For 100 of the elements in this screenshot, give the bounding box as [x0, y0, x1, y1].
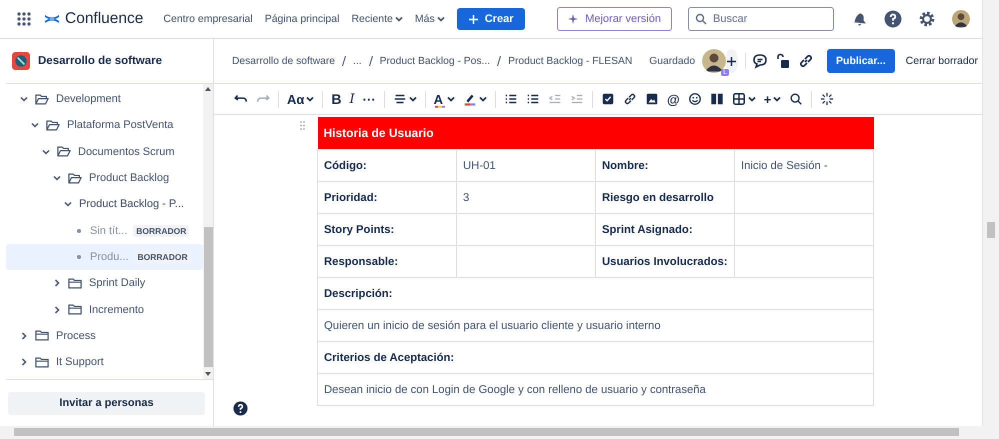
user-avatar[interactable]: [952, 10, 970, 28]
nav-link[interactable]: Página principal: [264, 13, 340, 25]
create-button[interactable]: Crear: [456, 8, 526, 30]
chevron-down-icon[interactable]: [42, 148, 50, 156]
checkbox-icon: [601, 92, 616, 106]
nav-link[interactable]: Centro empresarial: [163, 13, 253, 25]
outdent-icon: [548, 92, 562, 106]
toolbar-button[interactable]: [710, 92, 724, 106]
nav-link[interactable]: Reciente: [351, 13, 403, 25]
toolbar-button[interactable]: @: [667, 92, 680, 106]
save-status: Guardado: [649, 56, 696, 66]
color-bar-icon: [435, 104, 446, 108]
breadcrumb-separator-icon: [368, 56, 373, 66]
table-header: Historia de Usuario: [318, 117, 874, 150]
toolbar-button[interactable]: [732, 92, 756, 106]
tree-item[interactable]: Plataforma PostVenta: [6, 112, 203, 139]
table-cell: UH-01: [456, 150, 596, 182]
breadcrumb-separator-icon: [342, 56, 346, 66]
invite-button[interactable]: Invitar a personas: [8, 392, 205, 414]
add-collaborator-button[interactable]: [725, 49, 738, 73]
page-scrollbar[interactable]: [982, 0, 999, 426]
toolbar-button[interactable]: [392, 92, 417, 106]
image-icon: [645, 92, 660, 106]
caret-icon: [394, 15, 403, 23]
toolbar-button[interactable]: [504, 92, 518, 106]
tree-item[interactable]: It Support: [6, 348, 203, 376]
scroll-up-icon[interactable]: [205, 87, 211, 91]
toolbar-button[interactable]: [688, 92, 702, 106]
toolbar-button[interactable]: ···: [362, 92, 376, 106]
tree-item[interactable]: Development: [6, 86, 203, 112]
tree-item[interactable]: Sin tít... BORRADOR: [6, 217, 203, 244]
collaborator-avatar[interactable]: [702, 49, 726, 73]
product-name[interactable]: Confluence: [65, 10, 144, 28]
toolbar-button[interactable]: [526, 92, 540, 106]
table-cell: Prioridad:: [318, 182, 456, 214]
plus-icon: [726, 56, 736, 66]
toolbar-button[interactable]: I: [350, 92, 355, 106]
open-folder-icon: [35, 92, 49, 106]
sparkle-icon: [820, 92, 834, 106]
list-icon: [504, 92, 518, 106]
upgrade-button[interactable]: Mejorar versión: [557, 7, 672, 31]
help-icon[interactable]: [233, 401, 248, 416]
close-draft-button[interactable]: Cerrar borrador: [902, 55, 982, 67]
toolbar-button[interactable]: +: [764, 92, 782, 106]
comment-icon[interactable]: [752, 53, 768, 69]
tree-item[interactable]: Process: [6, 322, 203, 349]
table-cell: Criterios de Aceptación:: [318, 342, 874, 374]
breadcrumb-link[interactable]: ...: [353, 56, 362, 66]
tree-item[interactable]: Sprint Daily: [6, 270, 203, 296]
folder-icon: [68, 276, 82, 290]
horizontal-scrollbar[interactable]: [0, 426, 999, 439]
table-cell: Story Points:: [318, 214, 456, 246]
tree-item[interactable]: Documentos Scrum: [6, 138, 203, 165]
nav-link[interactable]: Más: [414, 13, 445, 25]
indent-icon: [570, 92, 584, 106]
breadcrumb-link[interactable]: Product Backlog - Pos...: [380, 56, 490, 66]
chevron-right-icon[interactable]: [20, 358, 28, 366]
publish-button[interactable]: Publicar...: [827, 49, 895, 73]
toolbar-button[interactable]: [601, 92, 616, 106]
breadcrumb-link[interactable]: Product Backlog - FLESAN: [508, 56, 632, 66]
space-title[interactable]: Desarrollo de software: [38, 55, 162, 67]
toolbar-button[interactable]: [820, 92, 834, 106]
table-cell: Quieren un inicio de sesión para el usuario cliente y usuario interno: [318, 310, 874, 342]
align-icon: [392, 92, 407, 106]
toolbar-button[interactable]: Aα: [287, 92, 314, 106]
toolbar-button[interactable]: [789, 92, 804, 106]
table-cell: Inicio de Sesión -: [734, 150, 874, 182]
link-icon[interactable]: [798, 53, 814, 69]
unlock-icon[interactable]: [775, 53, 792, 69]
chevron-down-icon[interactable]: [31, 121, 39, 130]
space-logo-icon: [12, 52, 30, 70]
chevron-down-icon[interactable]: [64, 200, 72, 208]
drag-handle-icon[interactable]: [300, 121, 306, 130]
search-field[interactable]: Buscar: [688, 7, 834, 31]
tree-item[interactable]: Incremento: [6, 296, 203, 323]
bullet-icon: [77, 228, 81, 233]
plus-icon: [468, 14, 478, 24]
chevron-right-icon[interactable]: [53, 306, 61, 314]
table-icon: [732, 92, 746, 106]
scroll-down-icon[interactable]: [205, 372, 211, 376]
folder-icon: [35, 356, 49, 369]
toolbar-button[interactable]: B: [331, 91, 342, 107]
app-grid-icon[interactable]: [16, 11, 32, 27]
tree-item[interactable]: Produ... BORRADOR: [6, 244, 203, 270]
chevron-right-icon[interactable]: [20, 332, 28, 340]
chevron-right-icon[interactable]: [53, 279, 61, 288]
table-cell: Riesgo en desarrollo: [596, 182, 734, 214]
toolbar-button[interactable]: [463, 92, 488, 106]
sidebar-scrollbar[interactable]: [203, 84, 213, 379]
tree-item[interactable]: Product Backlog - P...: [6, 191, 203, 218]
chevron-down-icon[interactable]: [53, 174, 61, 182]
toolbar-button[interactable]: [623, 92, 638, 106]
tree-item[interactable]: Product Backlog: [6, 164, 203, 192]
settings-icon[interactable]: [918, 10, 936, 28]
breadcrumb-link[interactable]: Desarrollo de software: [232, 56, 336, 66]
chevron-down-icon[interactable]: [20, 95, 28, 104]
toolbar-button[interactable]: A: [434, 90, 456, 108]
help-icon[interactable]: [884, 10, 902, 28]
breadcrumb-separator-icon: [497, 56, 502, 66]
toolbar-button[interactable]: [645, 92, 660, 106]
